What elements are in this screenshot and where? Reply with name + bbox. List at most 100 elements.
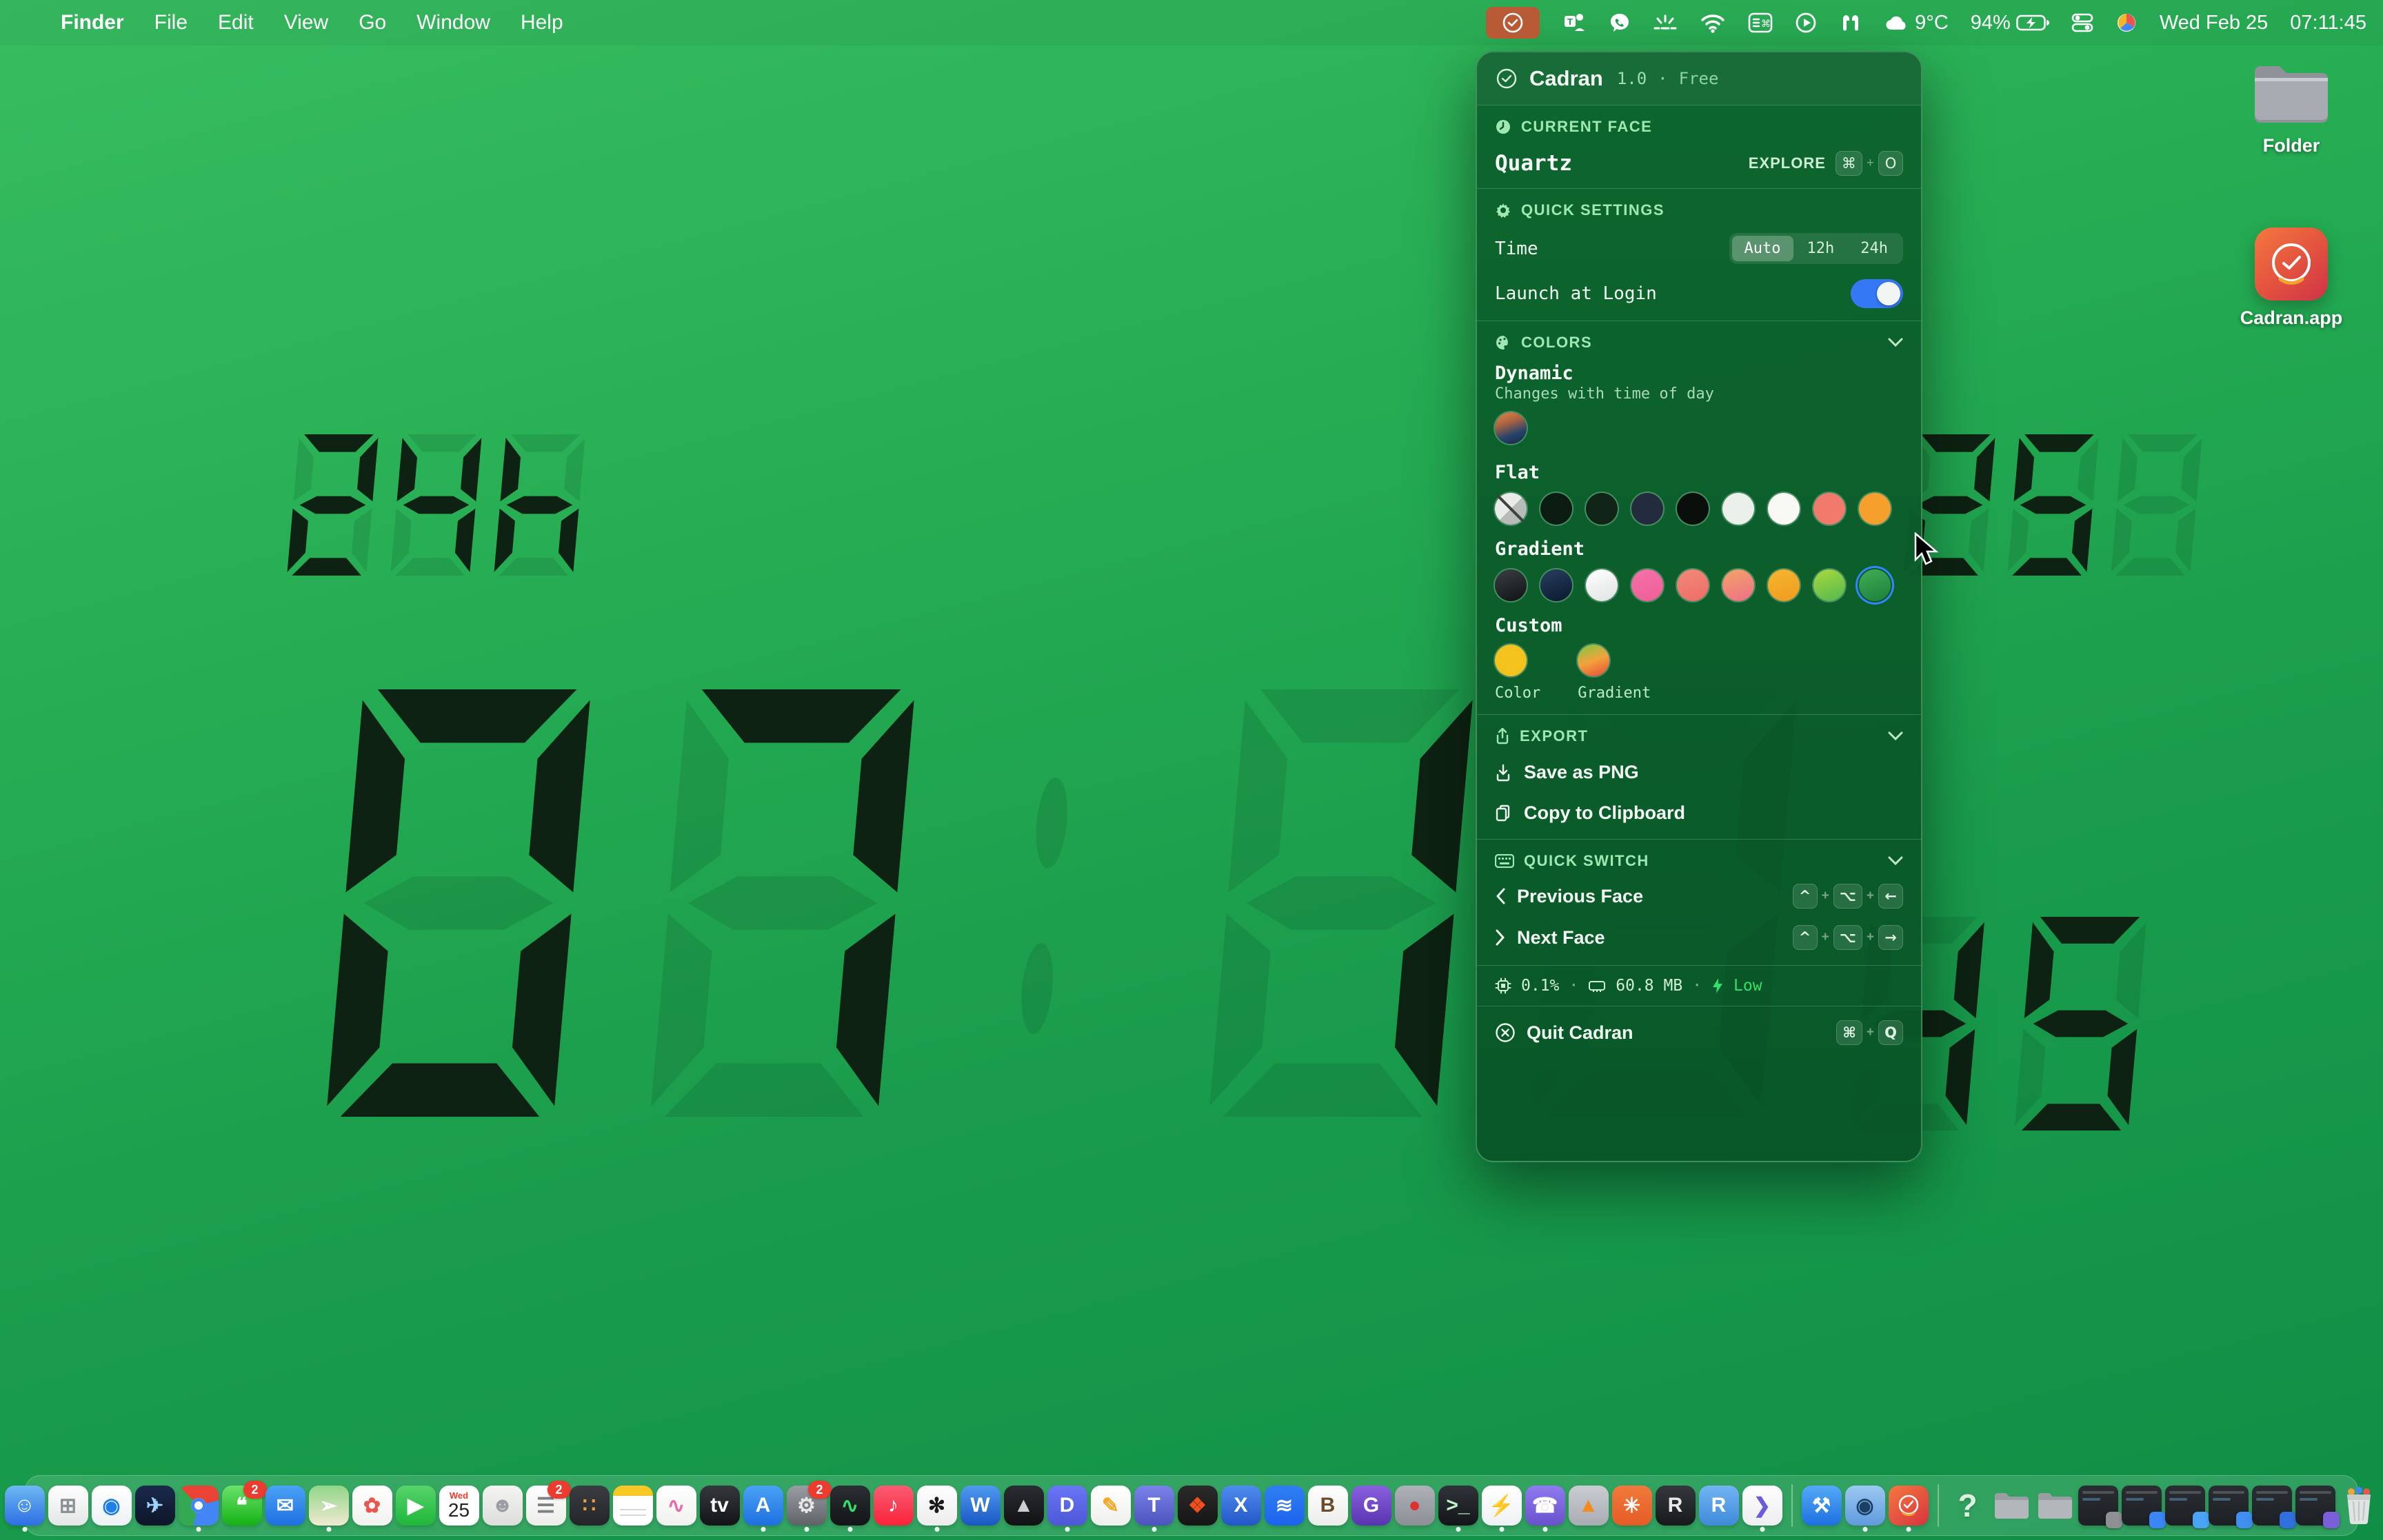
dock-item-dbeaver[interactable]: B xyxy=(1308,1486,1348,1526)
menubar-menu-edit[interactable]: Edit xyxy=(218,11,254,34)
dock-item-github[interactable]: G xyxy=(1351,1486,1391,1526)
dock-item-blue-r-app[interactable]: R xyxy=(1699,1486,1739,1526)
dock-item-red-badge-app[interactable]: ● xyxy=(1395,1486,1435,1526)
dock-item-missing-app[interactable]: ? xyxy=(1948,1486,1988,1526)
explore-label[interactable]: EXPLORE xyxy=(1749,154,1826,172)
rays-icon[interactable] xyxy=(1653,12,1678,34)
flat-swatch-black[interactable] xyxy=(1677,493,1709,525)
menubar-menu-help[interactable]: Help xyxy=(521,11,563,34)
chevron-down-icon[interactable] xyxy=(1888,727,1903,745)
dock-item-safari[interactable]: ◉ xyxy=(92,1486,132,1526)
flat-swatch-orange[interactable] xyxy=(1859,493,1891,525)
chevron-down-icon[interactable] xyxy=(1888,334,1903,352)
gradient-swatch-charcoal[interactable] xyxy=(1495,569,1527,601)
dock-item-photos[interactable]: ✿ xyxy=(352,1486,392,1526)
time-format-option-24h[interactable]: 24h xyxy=(1848,236,1900,261)
custom-gradient-picker[interactable]: Gradient xyxy=(1578,645,1651,702)
dock-item-facetime[interactable]: ▶ xyxy=(396,1486,436,1526)
dock-item-reminders[interactable]: ☰2 xyxy=(526,1486,566,1526)
dock-item-minimized-window[interactable] xyxy=(2252,1486,2292,1526)
gradient-swatch-salmon[interactable] xyxy=(1677,569,1709,601)
time-format-option-12h[interactable]: 12h xyxy=(1795,236,1847,261)
dock-item-minimized-window[interactable] xyxy=(2078,1486,2118,1526)
control-center-icon[interactable] xyxy=(2071,12,2093,33)
dock-item-word[interactable]: W xyxy=(961,1486,1001,1526)
flat-swatch-none[interactable] xyxy=(1495,493,1527,525)
gradient-swatch-pink[interactable] xyxy=(1631,569,1663,601)
dock-item-notes[interactable] xyxy=(613,1486,653,1526)
dock-item-apple-tv[interactable]: tv xyxy=(700,1486,740,1526)
dock-item-minimized-window[interactable] xyxy=(2165,1486,2205,1526)
dock-item-launchpad[interactable]: ⊞ xyxy=(48,1486,88,1526)
gradient-swatch-lime[interactable] xyxy=(1813,569,1845,601)
dock-item-viber[interactable]: ☎ xyxy=(1525,1486,1565,1526)
battery-status[interactable]: 94% xyxy=(1971,12,2049,34)
gradient-swatch-midnight[interactable] xyxy=(1540,569,1572,601)
dock-item-folder-stack[interactable] xyxy=(2035,1486,2075,1526)
dock-item-chrome[interactable] xyxy=(179,1486,219,1526)
menubar-date[interactable]: Wed Feb 25 xyxy=(2160,12,2268,34)
dock-item-chatgpt[interactable]: ✻ xyxy=(917,1486,957,1526)
flat-swatch-white[interactable] xyxy=(1768,493,1800,525)
cadran-menubar-icon[interactable] xyxy=(1486,7,1540,39)
dock-item-teams[interactable]: T xyxy=(1134,1486,1174,1526)
dock-item-minimized-window[interactable] xyxy=(2122,1486,2162,1526)
dock-item-minimized-window[interactable] xyxy=(2209,1486,2249,1526)
dock-item-stickies[interactable]: ✎ xyxy=(1091,1486,1131,1526)
dock-item-app-store[interactable]: A xyxy=(743,1486,783,1526)
dock-item-vlc[interactable]: ▲ xyxy=(1569,1486,1609,1526)
airpods-icon[interactable] xyxy=(1839,12,1862,33)
dock-item-cadran-dock[interactable] xyxy=(1889,1486,1929,1526)
time-format-option-auto[interactable]: Auto xyxy=(1732,236,1793,261)
dock-item-calendar[interactable]: Wed25 xyxy=(439,1486,479,1526)
dock-item-system-settings[interactable]: ⚙2 xyxy=(787,1486,827,1526)
menubar-time[interactable]: 07:11:45 xyxy=(2290,12,2366,34)
dock-item-folder-downloads[interactable] xyxy=(1991,1486,2031,1526)
dock-item-blue-x-app[interactable]: X xyxy=(1221,1486,1261,1526)
dock-item-messages[interactable]: ❝2 xyxy=(222,1486,262,1526)
dock-item-warp[interactable]: ❯ xyxy=(1742,1486,1782,1526)
save-as-png-button[interactable]: Save as PNG xyxy=(1495,752,1903,793)
dock-item-docker[interactable]: ≋ xyxy=(1265,1486,1305,1526)
desktop-icon-cadran-app[interactable]: Cadran.app xyxy=(2229,227,2353,329)
dock-item-music[interactable]: ♪ xyxy=(874,1486,914,1526)
flat-swatch-off-white[interactable] xyxy=(1722,493,1754,525)
dock-item-screen-capture-app[interactable]: ◉ xyxy=(1845,1486,1885,1526)
command-palette-icon[interactable]: ⌘ xyxy=(1748,12,1773,33)
dock-item-maps[interactable]: ➢ xyxy=(309,1486,349,1526)
viber-icon[interactable] xyxy=(1609,12,1631,34)
flat-swatch-navy[interactable] xyxy=(1631,493,1663,525)
dock-item-dark-triangle-app[interactable]: ▲ xyxy=(1004,1486,1044,1526)
dock-item-figma[interactable]: ❖ xyxy=(1178,1486,1218,1526)
flat-swatch-dark-green[interactable] xyxy=(1540,493,1572,525)
dock-item-discord[interactable]: D xyxy=(1047,1486,1087,1526)
colorful-sphere-icon[interactable] xyxy=(2115,12,2138,34)
launch-at-login-toggle[interactable] xyxy=(1851,279,1903,308)
menubar-menu-file[interactable]: File xyxy=(154,11,188,34)
dock-item-activity-monitor[interactable]: ∿ xyxy=(830,1486,870,1526)
menubar-app-name[interactable]: Finder xyxy=(61,11,124,34)
gradient-swatch-sunset[interactable] xyxy=(1722,569,1754,601)
dock-item-terminal[interactable]: >_ xyxy=(1438,1486,1478,1526)
quit-cadran-button[interactable]: Quit Cadran ⌘+Q xyxy=(1477,1006,1921,1059)
next-face-button[interactable]: Next Face ^+⌥+→ xyxy=(1495,917,1903,958)
dock-item-contacts[interactable]: ☻ xyxy=(483,1486,523,1526)
menubar-menu-go[interactable]: Go xyxy=(359,11,386,34)
weather-status[interactable]: 9°C xyxy=(1884,12,1949,34)
previous-face-button[interactable]: Previous Face ^+⌥+← xyxy=(1495,875,1903,917)
dock-item-xcode[interactable]: ⚒ xyxy=(1802,1486,1842,1526)
desktop-icon-folder[interactable]: Folder xyxy=(2229,59,2353,156)
dock-item-trash[interactable] xyxy=(2339,1486,2379,1526)
gradient-swatch-white[interactable] xyxy=(1586,569,1618,601)
chevron-down-icon[interactable] xyxy=(1888,852,1903,870)
flat-swatch-salmon[interactable] xyxy=(1813,493,1845,525)
dock-item-calculator[interactable]: ∷ xyxy=(570,1486,610,1526)
dock-item-messenger[interactable]: ⚡ xyxy=(1482,1486,1522,1526)
custom-color-swatch[interactable] xyxy=(1495,645,1527,676)
copy-to-clipboard-button[interactable]: Copy to Clipboard xyxy=(1495,793,1903,833)
dock-item-mail[interactable]: ✉ xyxy=(265,1486,305,1526)
flat-swatch-forest[interactable] xyxy=(1586,493,1618,525)
menubar-menu-view[interactable]: View xyxy=(284,11,328,34)
dock-item-claude[interactable]: ✳ xyxy=(1612,1486,1652,1526)
play-circle-icon[interactable] xyxy=(1795,12,1817,34)
